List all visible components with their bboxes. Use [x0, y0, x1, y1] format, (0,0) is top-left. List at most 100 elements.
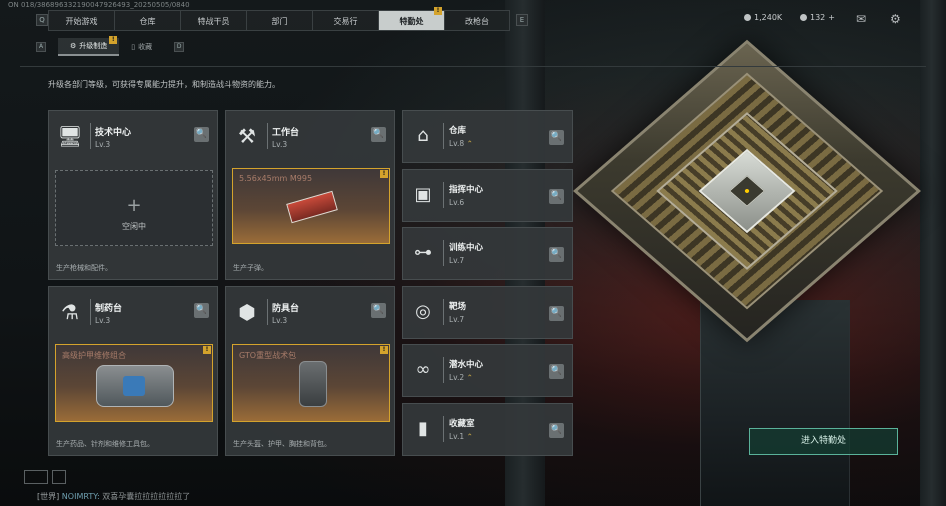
search-icon[interactable]: 🔍: [549, 423, 564, 438]
station-level: Lv.3: [95, 140, 111, 149]
station-pharmacy[interactable]: ⚗ 制药台 Lv.3 🔍 高级护甲维修组合 ! 生产药品、针剂和维修工具包。: [48, 286, 218, 456]
production-slot-item[interactable]: 5.56x45mm M995 !: [232, 168, 390, 244]
item-name: 高级护甲维修组合: [62, 351, 126, 360]
station-tech-center[interactable]: 🖥 技术中心 Lv.3 🔍 + 空闲中 生产枪械和配件。: [48, 110, 218, 280]
coin-icon: [744, 14, 751, 21]
tab-start-game[interactable]: 开始游戏: [48, 10, 114, 31]
search-icon[interactable]: 🔍: [194, 127, 209, 142]
armor-parts-icon: ⬢: [238, 300, 256, 324]
microscope-icon: ⚗: [61, 300, 79, 324]
search-icon[interactable]: 🔍: [549, 247, 564, 262]
warehouse-icon: ⌂: [417, 125, 429, 146]
settings-icon[interactable]: ⚙: [890, 12, 901, 26]
facility-collection-room[interactable]: ▮ 收藏室 Lv.1 ⌃ 🔍: [402, 403, 573, 456]
search-icon[interactable]: 🔍: [194, 303, 209, 318]
tab-collection[interactable]: ▯ 收藏: [119, 38, 164, 56]
station-level: Lv.3: [272, 140, 288, 149]
chat-channel: [世界]: [37, 492, 60, 501]
divider: [20, 66, 926, 67]
tools-icon: ⚒: [238, 124, 256, 148]
tab-warehouse[interactable]: 仓库: [114, 10, 180, 31]
facility-level: Lv.2: [449, 373, 465, 382]
alert-badge: !: [203, 346, 211, 354]
repair-kit-image: [96, 365, 174, 407]
station-workbench[interactable]: ⚒ 工作台 Lv.3 🔍 5.56x45mm M995 ! 生产子弹。: [225, 110, 395, 280]
production-slot-item[interactable]: 高级护甲维修组合 !: [55, 344, 213, 422]
upgrade-arrow-icon: ⌃: [466, 373, 473, 382]
chat-line[interactable]: [世界] NOIMRTY: 双喜孕囊拉拉拉拉拉拉了: [37, 491, 190, 502]
sub-key-left[interactable]: A: [36, 42, 46, 52]
station-armor-bench[interactable]: ⬢ 防具台 Lv.3 🔍 GTO重型战术包 ! 生产头盔、护甲、胸挂和背包。: [225, 286, 395, 456]
facility-name: 训练中心: [449, 243, 484, 253]
tab-special-ops[interactable]: 特勤处 !: [378, 7, 444, 31]
main-nav: 开始游戏 仓库 特战干员 部门 交易行 特勤处 ! 改枪台: [48, 7, 510, 31]
station-level: Lv.3: [95, 316, 111, 325]
facility-command-center[interactable]: ▣ 指挥中心 Lv.6 🔍: [402, 169, 573, 222]
station-name: 防具台: [272, 304, 300, 314]
alert-badge: !: [380, 170, 388, 178]
nav-key-right[interactable]: E: [516, 14, 528, 26]
station-name: 制药台: [95, 304, 123, 314]
enter-special-ops-button[interactable]: 进入特勤处: [749, 428, 898, 455]
nav-key-left[interactable]: Q: [36, 14, 48, 26]
bg-pedestal: [700, 300, 850, 506]
station-description: 生产子弹。: [233, 264, 268, 272]
tab-gunsmith[interactable]: 改枪台: [444, 10, 510, 31]
search-icon[interactable]: 🔍: [371, 127, 386, 142]
station-level: Lv.3: [272, 316, 288, 325]
tab-operators[interactable]: 特战干员: [180, 10, 246, 31]
points-value: 132: [810, 13, 826, 22]
facility-level: Lv.7: [449, 315, 465, 324]
chat-toggle[interactable]: [24, 470, 48, 484]
upgrade-arrow-icon: ⌃: [466, 432, 473, 441]
search-icon[interactable]: 🔍: [549, 306, 564, 321]
upgrade-arrow-icon: ⌃: [466, 139, 473, 148]
mail-icon[interactable]: ✉: [856, 12, 866, 26]
station-description: 生产药品、针剂和维修工具包。: [56, 440, 154, 448]
production-slot-empty[interactable]: + 空闲中: [55, 170, 213, 246]
facility-diving-center[interactable]: ∞ 潜水中心 Lv.2 ⌃ 🔍: [402, 344, 573, 397]
production-slot-item[interactable]: GTO重型战术包 !: [232, 344, 390, 422]
facility-warehouse[interactable]: ⌂ 仓库 Lv.8 ⌃ 🔍: [402, 110, 573, 163]
tab-special-ops-label: 特勤处: [399, 17, 424, 26]
facility-name: 指挥中心: [449, 185, 484, 195]
item-name: 5.56x45mm M995: [239, 174, 313, 183]
slot-status: 空闲中: [122, 222, 146, 231]
facility-training-center[interactable]: ⊶ 训练中心 Lv.7 🔍: [402, 227, 573, 280]
facility-name: 仓库: [449, 126, 467, 136]
search-icon[interactable]: 🔍: [371, 303, 386, 318]
currency-display[interactable]: 1,240K: [744, 13, 782, 22]
facility-level: Lv.7: [449, 256, 465, 265]
chat-message: 双喜孕囊拉拉拉拉拉拉了: [102, 492, 191, 501]
tab-upgrade-craft[interactable]: ⚙ 升级制造 !: [58, 36, 120, 56]
collection-room-icon: ▮: [418, 418, 428, 439]
chat-settings[interactable]: [52, 470, 66, 484]
collection-icon: ▯: [131, 43, 136, 51]
facility-level: Lv.6: [449, 198, 465, 207]
session-id: ON 018/38689633219004792649​3_20250505/0…: [8, 1, 190, 9]
facility-name: 收藏室: [449, 419, 475, 429]
chat-nickname: NOIMRTY:: [61, 492, 100, 501]
facility-name: 靶场: [449, 302, 467, 312]
facility-name: 潜水中心: [449, 360, 484, 370]
search-icon[interactable]: 🔍: [549, 130, 564, 145]
facility-shooting-range[interactable]: ◎ 靶场 Lv.7 🔍: [402, 286, 573, 339]
monitor-icon: 🖥: [57, 124, 83, 148]
station-description: 生产头盔、护甲、胸挂和背包。: [233, 440, 331, 448]
search-icon[interactable]: 🔍: [549, 364, 564, 379]
facility-level: Lv.1: [449, 432, 465, 441]
dumbbell-icon: ⊶: [414, 242, 432, 263]
search-icon[interactable]: 🔍: [549, 189, 564, 204]
tab-departments[interactable]: 部门: [246, 10, 312, 31]
alert-badge: !: [380, 346, 388, 354]
alert-badge: !: [434, 7, 442, 15]
sub-key-right[interactable]: D: [174, 42, 185, 52]
currency-value: 1,240K: [754, 13, 783, 22]
points-icon: [800, 14, 807, 21]
points-display[interactable]: 132 +: [800, 13, 835, 22]
target-icon: ◎: [415, 301, 431, 322]
tab-market[interactable]: 交易行: [312, 10, 378, 31]
diving-goggles-icon: ∞: [415, 359, 431, 380]
backpack-image: [299, 361, 327, 407]
bg-pillar: [920, 0, 946, 506]
